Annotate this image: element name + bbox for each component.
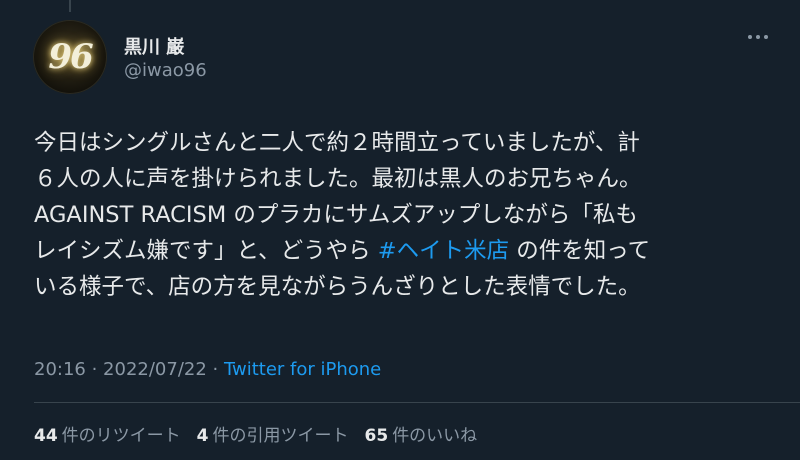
tweet-stats: 44 件のリツイート 4 件の引用ツイート 65 件のいいね — [34, 421, 477, 446]
likes-count: 65 — [364, 426, 389, 446]
meta-separator: · — [85, 359, 104, 380]
more-dot — [748, 35, 752, 39]
likes-stat[interactable]: 65 件のいいね — [365, 421, 478, 446]
tweet-line: いる様子で、店の方を見ながらうんざりとした表情でした。 — [34, 274, 641, 300]
more-dot — [764, 35, 768, 39]
tweet-line: レイシズム嫌です」と、どうやら #ヘイト米店 の件を知って — [34, 238, 651, 264]
tweet-text: 今日はシングルさんと二人で約２時間立っていましたが、計 ６人の人に声を掛けられま… — [34, 125, 774, 305]
tweet-date[interactable]: 2022/07/22 — [103, 359, 207, 380]
tweet-source-link[interactable]: Twitter for iPhone — [224, 359, 381, 380]
tweet-time[interactable]: 20:16 — [34, 359, 86, 380]
more-dot — [756, 35, 760, 39]
author-handle[interactable]: @iwao96 — [124, 60, 207, 81]
avatar-logo-text: 96 — [48, 37, 93, 77]
hashtag-link[interactable]: #ヘイト米店 — [378, 238, 509, 264]
quotes-count: 4 — [196, 426, 209, 446]
tweet-card: 96 黒川 巌 @iwao96 今日はシングルさんと二人で約２時間立っていました… — [0, 0, 800, 460]
tweet-line: AGAINST RACISM のプラカにサムズアップしながら「私も — [34, 202, 638, 228]
tweet-line: ６人の人に声を掛けられました。最初は黒人のお兄ちゃん。 — [34, 166, 642, 192]
divider — [34, 402, 800, 403]
avatar[interactable]: 96 — [33, 20, 107, 94]
more-horizontal-icon[interactable] — [748, 35, 768, 39]
tweet-meta: 20:16 · 2022/07/22 · Twitter for iPhone — [34, 359, 381, 380]
meta-separator: · — [206, 359, 224, 380]
quotes-label: 件の引用ツイート — [212, 426, 349, 446]
retweets-stat[interactable]: 44 件のリツイート — [34, 421, 181, 446]
author-display-name[interactable]: 黒川 巌 — [124, 33, 184, 59]
thread-line — [69, 0, 71, 12]
retweets-label: 件のリツイート — [61, 426, 181, 446]
tweet-line: 今日はシングルさんと二人で約２時間立っていましたが、計 — [34, 130, 640, 156]
likes-label: 件のいいね — [392, 426, 478, 446]
retweets-count: 44 — [34, 426, 58, 446]
quotes-stat[interactable]: 4 件の引用ツイート — [197, 421, 349, 446]
